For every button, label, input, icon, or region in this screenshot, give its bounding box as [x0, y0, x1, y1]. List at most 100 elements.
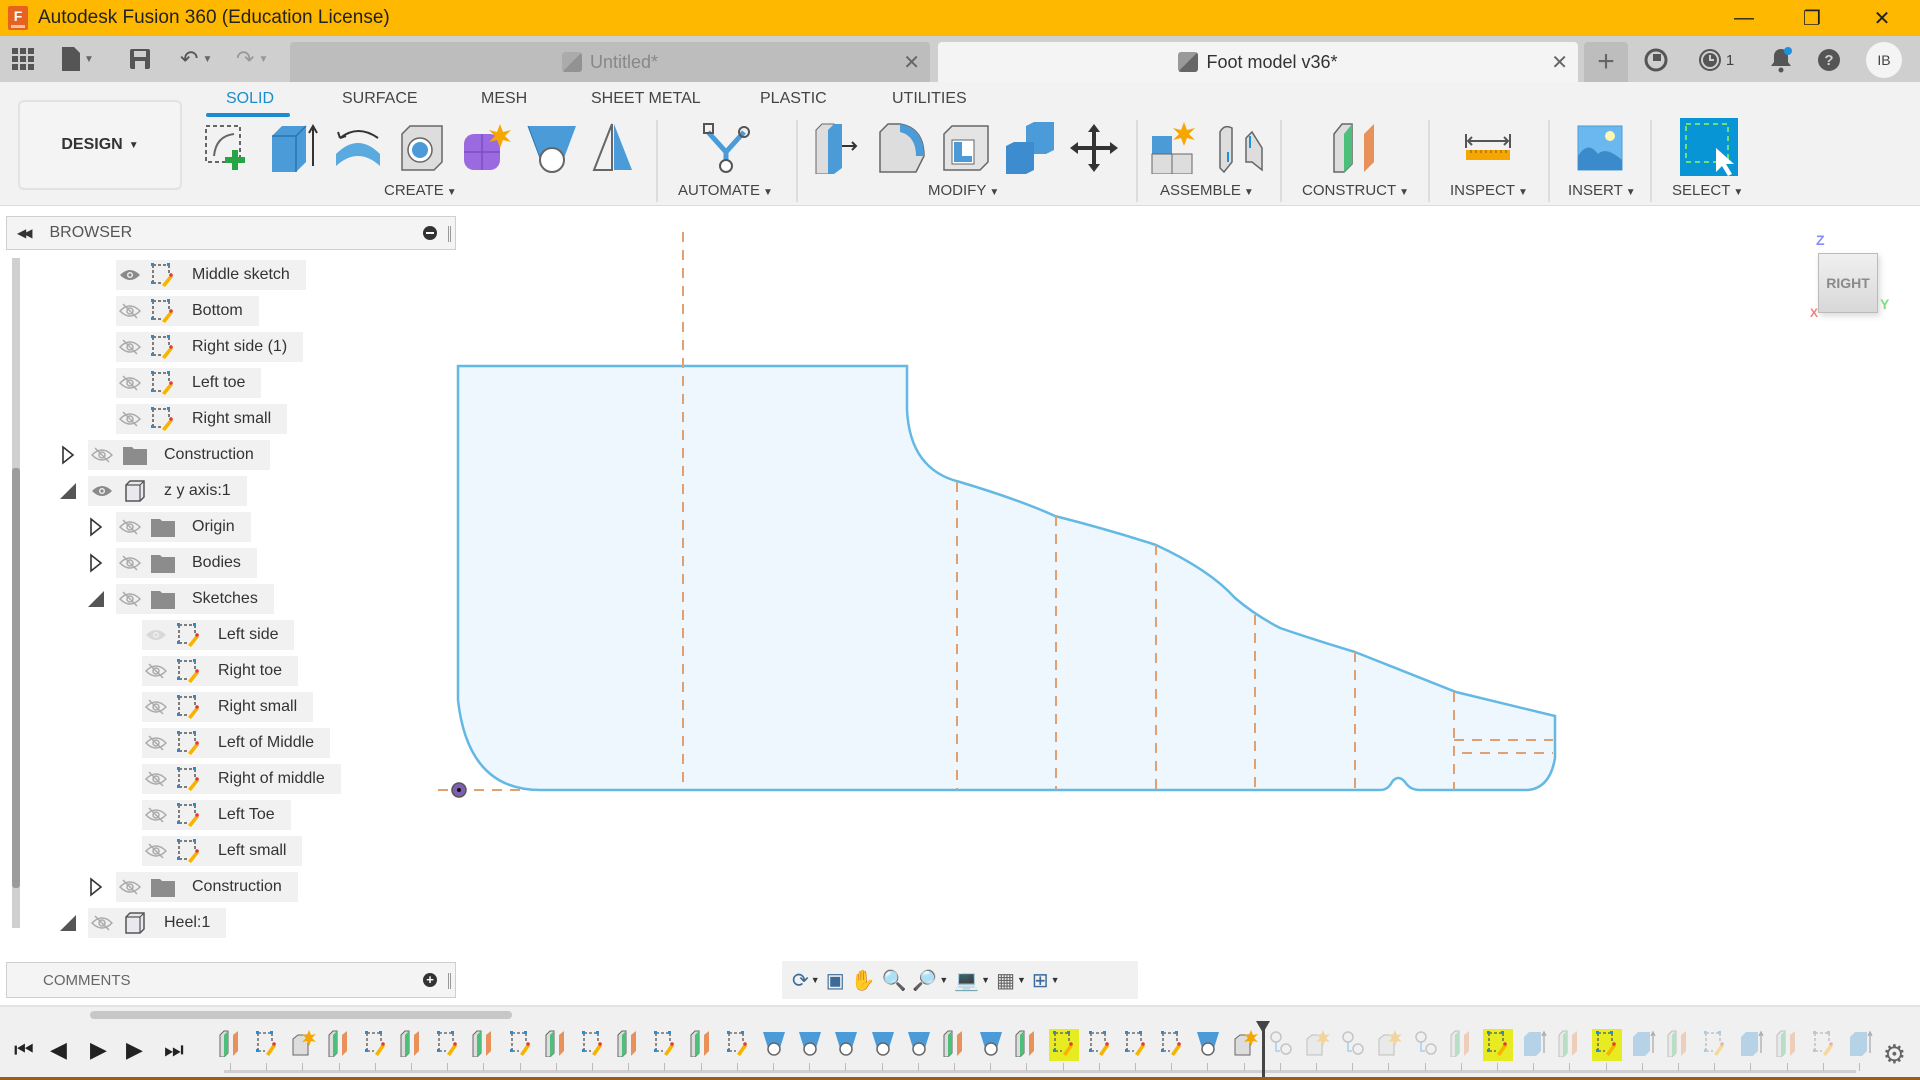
hidden-eye-icon[interactable] [142, 728, 170, 758]
browser-node[interactable]: Right small [142, 692, 314, 722]
origin-point[interactable] [451, 782, 467, 798]
hidden-eye-icon[interactable] [88, 440, 116, 470]
visibility-eye-icon[interactable] [88, 476, 116, 506]
hidden-eye-icon[interactable] [142, 692, 170, 722]
timeline-feature-sketch[interactable] [1591, 1029, 1622, 1061]
browser-node[interactable]: Middle sketch [116, 260, 306, 290]
timeline-feature-sketch[interactable] [1048, 1029, 1079, 1061]
collapse-panel-icon[interactable]: ◀◀ [17, 226, 33, 240]
visibility-eye-icon[interactable] [142, 620, 170, 650]
timeline-feature-sketch[interactable] [1700, 1029, 1730, 1061]
timeline-feature-sketch[interactable] [650, 1029, 680, 1061]
hidden-eye-icon[interactable] [116, 296, 144, 326]
timeline-feature-sketch[interactable] [578, 1029, 608, 1061]
timeline-feature-form[interactable] [1374, 1029, 1404, 1061]
browser-node[interactable]: Bodies [116, 548, 257, 578]
hidden-eye-icon[interactable] [116, 332, 144, 362]
hidden-eye-icon[interactable] [116, 584, 144, 614]
panel-grip-icon[interactable] [448, 973, 451, 989]
timeline-feature-sketch[interactable] [1157, 1029, 1187, 1061]
timeline-feature-sketch[interactable] [1085, 1029, 1115, 1061]
browser-node[interactable]: Construction [88, 440, 270, 470]
expanded-triangle-icon[interactable] [58, 911, 78, 935]
scrollbar-thumb[interactable] [12, 468, 20, 888]
look-at-button[interactable]: ▣ [826, 965, 845, 995]
browser-node[interactable]: Right side (1) [116, 332, 304, 362]
collapsed-triangle-icon[interactable] [86, 875, 106, 899]
hidden-eye-icon[interactable] [88, 908, 116, 938]
timeline-feature-loft[interactable] [759, 1029, 789, 1061]
timeline-feature-loft[interactable] [904, 1029, 934, 1061]
timeline-feature-plane[interactable] [469, 1029, 499, 1061]
browser-node[interactable]: Left small [142, 836, 303, 866]
display-settings-button[interactable]: 💻 ▼ [954, 965, 990, 995]
timeline-feature-extrude[interactable] [1519, 1029, 1549, 1061]
timeline-feature-sketch[interactable] [433, 1029, 463, 1061]
timeline-feature-plane[interactable] [1447, 1029, 1477, 1061]
timeline-feature-sketch[interactable] [1121, 1029, 1151, 1061]
panel-grip-icon[interactable] [448, 226, 451, 242]
timeline-feature-plane[interactable] [325, 1029, 355, 1061]
hidden-eye-icon[interactable] [116, 548, 144, 578]
collapsed-triangle-icon[interactable] [86, 515, 106, 539]
play-button[interactable]: ▶ [90, 1037, 107, 1063]
timeline-feature-plane[interactable] [1664, 1029, 1694, 1061]
timeline-feature-joint[interactable] [1266, 1029, 1296, 1061]
timeline-feature-loft[interactable] [795, 1029, 825, 1061]
timeline-feature-plane[interactable] [1012, 1029, 1042, 1061]
minimize-panel-icon[interactable] [423, 226, 437, 240]
viewports-button[interactable]: ⊞ ▼ [1032, 965, 1060, 995]
timeline-feature-form[interactable] [1230, 1029, 1260, 1061]
collapsed-triangle-icon[interactable] [58, 443, 78, 467]
zoom-button[interactable]: 🔍 [882, 965, 907, 995]
step-forward-button[interactable]: ▶ [126, 1037, 143, 1063]
expanded-triangle-icon[interactable] [58, 479, 78, 503]
timeline-feature-loft[interactable] [976, 1029, 1006, 1061]
browser-node[interactable]: Right small [116, 404, 288, 434]
browser-node[interactable]: Bottom [116, 296, 259, 326]
timeline-feature-sketch[interactable] [361, 1029, 391, 1061]
browser-node[interactable]: Right toe [142, 656, 299, 686]
timeline-feature-sketch[interactable] [252, 1029, 282, 1061]
timeline-scrollbar[interactable] [90, 1011, 512, 1019]
hidden-eye-icon[interactable] [116, 368, 144, 398]
timeline-feature-joint[interactable] [1338, 1029, 1368, 1061]
timeline-feature-plane[interactable] [216, 1029, 246, 1061]
browser-node[interactable]: Right of middle [142, 764, 341, 794]
browser-node[interactable]: Construction [116, 872, 298, 902]
timeline-feature-plane[interactable] [397, 1029, 427, 1061]
timeline-feature-sketch[interactable] [506, 1029, 536, 1061]
timeline-feature-form[interactable] [288, 1029, 318, 1061]
timeline-feature-plane[interactable] [614, 1029, 644, 1061]
browser-node[interactable]: Origin [116, 512, 251, 542]
browser-node[interactable]: Heel:1 [88, 908, 227, 938]
hidden-eye-icon[interactable] [116, 404, 144, 434]
timeline-feature-sketch[interactable] [1483, 1029, 1513, 1061]
fit-button[interactable]: 🔎 ▼ [912, 965, 948, 995]
hidden-eye-icon[interactable] [142, 656, 170, 686]
timeline-feature-extrude[interactable] [1845, 1029, 1875, 1061]
timeline-feature-loft[interactable] [1193, 1029, 1223, 1061]
sketch-profile[interactable] [456, 364, 1557, 792]
go-to-start-button[interactable]: ⏮ [14, 1037, 34, 1063]
timeline-settings-gear-icon[interactable]: ⚙ [1883, 1039, 1906, 1070]
go-to-end-button[interactable]: ⏭ [164, 1037, 184, 1063]
timeline-feature-sketch[interactable] [1809, 1029, 1839, 1061]
browser-scrollbar[interactable] [12, 258, 20, 928]
timeline-feature-plane[interactable] [1555, 1029, 1585, 1061]
timeline-feature-plane[interactable] [940, 1029, 970, 1061]
foot-profile-sketch[interactable] [456, 364, 1557, 792]
expanded-triangle-icon[interactable] [86, 587, 106, 611]
browser-node[interactable]: z y axis:1 [88, 476, 247, 506]
timeline-feature-plane[interactable] [1773, 1029, 1803, 1061]
step-back-button[interactable]: ◀ [50, 1037, 67, 1063]
hidden-eye-icon[interactable] [116, 872, 144, 902]
timeline-feature-plane[interactable] [542, 1029, 572, 1061]
timeline-feature-loft[interactable] [831, 1029, 861, 1061]
viewcube[interactable]: RIGHT [1818, 253, 1878, 313]
hidden-eye-icon[interactable] [142, 836, 170, 866]
orbit-button[interactable]: ⟳ ▼ [792, 965, 820, 995]
hidden-eye-icon[interactable] [142, 764, 170, 794]
pan-button[interactable]: ✋ [851, 965, 876, 995]
visibility-eye-icon[interactable] [116, 260, 144, 290]
